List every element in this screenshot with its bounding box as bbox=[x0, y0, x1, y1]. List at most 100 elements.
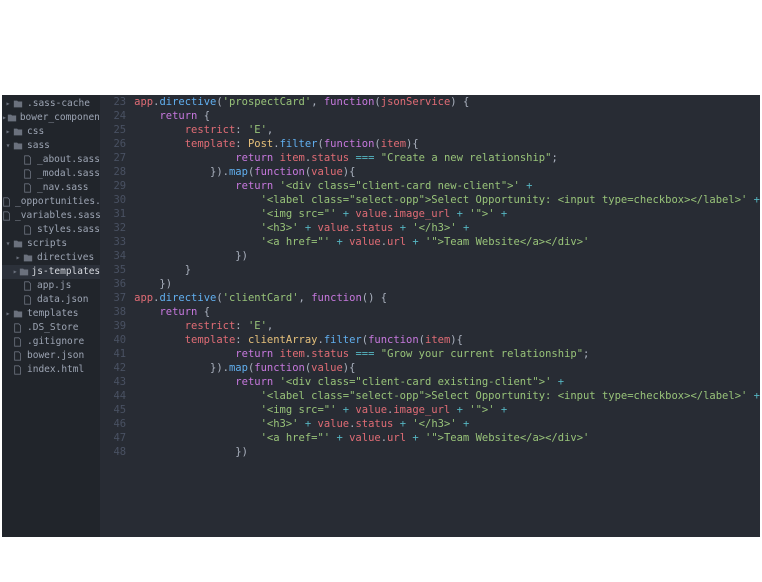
token-punc: { bbox=[197, 306, 210, 318]
code-line[interactable]: restrict: 'E', bbox=[134, 123, 760, 137]
line-number: 34 bbox=[100, 249, 126, 263]
tree-item-label: .gitignore bbox=[27, 335, 84, 349]
tree-item-label: index.html bbox=[27, 363, 84, 377]
token-op: + bbox=[463, 222, 469, 234]
token-punc bbox=[134, 348, 235, 360]
file-item-data-json[interactable]: data.json bbox=[2, 293, 100, 307]
file-item--ds-store[interactable]: .DS_Store bbox=[2, 321, 100, 335]
code-line[interactable]: }).map(function(value){ bbox=[134, 361, 760, 375]
editor-pane[interactable]: 2324252627282930313233343536373839404142… bbox=[100, 95, 760, 537]
chevron-down-icon[interactable]: ▾ bbox=[4, 139, 12, 153]
token-punc: ; bbox=[583, 348, 589, 360]
code-line[interactable]: }) bbox=[134, 249, 760, 263]
token-str: '<a href="' bbox=[261, 432, 331, 444]
folder-item--sass-cache[interactable]: ▸.sass-cache bbox=[2, 97, 100, 111]
chevron-down-icon[interactable]: ▾ bbox=[4, 237, 12, 251]
file-item--about-sass[interactable]: _about.sass bbox=[2, 153, 100, 167]
line-number: 38 bbox=[100, 305, 126, 319]
file-item-styles-sass[interactable]: styles.sass bbox=[2, 223, 100, 237]
file-icon bbox=[12, 323, 24, 333]
token-obj: item bbox=[280, 152, 305, 164]
code-line[interactable]: template: Post.filter(function(item){ bbox=[134, 137, 760, 151]
file-icon bbox=[12, 365, 24, 375]
code-line[interactable]: return { bbox=[134, 305, 760, 319]
code-line[interactable]: return { bbox=[134, 109, 760, 123]
file-item--variables-sass[interactable]: _variables.sass bbox=[2, 209, 100, 223]
token-punc: , bbox=[299, 292, 312, 304]
code-line[interactable]: app.directive('prospectCard', function(j… bbox=[134, 95, 760, 109]
code-line[interactable]: '<label class="select-opp">Select Opport… bbox=[134, 193, 760, 207]
token-obj: image_url bbox=[393, 404, 450, 416]
chevron-right-icon[interactable]: ▸ bbox=[4, 307, 12, 321]
code-line[interactable]: '<label class="select-opp">Select Opport… bbox=[134, 389, 760, 403]
folder-item-bower-components[interactable]: ▸bower_components bbox=[2, 111, 100, 125]
code-line[interactable]: '<a href="' + value.url + '">Team Websit… bbox=[134, 431, 760, 445]
file-item--opportunities-sass[interactable]: _opportunities.sass bbox=[2, 195, 100, 209]
token-str: '</h3>' bbox=[412, 418, 456, 430]
chevron-right-icon[interactable]: ▸ bbox=[4, 125, 12, 139]
code-line[interactable]: '<a href="' + value.url + '">Team Websit… bbox=[134, 235, 760, 249]
chevron-right-icon[interactable]: ▸ bbox=[4, 97, 12, 111]
code-line[interactable]: } bbox=[134, 263, 760, 277]
token-str: '">' bbox=[469, 404, 494, 416]
token-op: === bbox=[355, 152, 374, 164]
code-line[interactable]: }) bbox=[134, 445, 760, 459]
tree-item-label: sass bbox=[27, 139, 50, 153]
token-punc: }) bbox=[134, 250, 248, 262]
file-item--nav-sass[interactable]: _nav.sass bbox=[2, 181, 100, 195]
code-line[interactable]: }) bbox=[134, 277, 760, 291]
code-line[interactable]: }).map(function(value){ bbox=[134, 165, 760, 179]
chevron-right-icon[interactable]: ▸ bbox=[14, 251, 22, 265]
file-item--gitignore[interactable]: .gitignore bbox=[2, 335, 100, 349]
file-icon bbox=[22, 281, 34, 291]
file-icon bbox=[12, 337, 24, 347]
token-obj: status bbox=[311, 152, 349, 164]
code-line[interactable]: '<img src="' + value.image_url + '">' + bbox=[134, 207, 760, 221]
folder-item-js-templates[interactable]: ▸js-templates bbox=[2, 265, 100, 279]
code-line[interactable]: app.directive('clientCard', function() { bbox=[134, 291, 760, 305]
file-item-app-js[interactable]: app.js bbox=[2, 279, 100, 293]
folder-item-scripts[interactable]: ▾scripts bbox=[2, 237, 100, 251]
line-number: 24 bbox=[100, 109, 126, 123]
code-line[interactable]: template: clientArray.filter(function(it… bbox=[134, 333, 760, 347]
file-item-bower-json[interactable]: bower.json bbox=[2, 349, 100, 363]
folder-icon bbox=[12, 309, 24, 319]
code-line[interactable]: return '<div class="client-card existing… bbox=[134, 375, 760, 389]
code-line[interactable]: return '<div class="client-card new-clie… bbox=[134, 179, 760, 193]
token-punc: ){ bbox=[450, 334, 463, 346]
folder-item-directives[interactable]: ▸directives bbox=[2, 251, 100, 265]
token-punc bbox=[134, 208, 260, 220]
token-fn: filter bbox=[324, 334, 362, 346]
line-number: 35 bbox=[100, 263, 126, 277]
code-line[interactable]: return item.status === "Create a new rel… bbox=[134, 151, 760, 165]
token-prop: template bbox=[185, 334, 236, 346]
file-item-index-html[interactable]: index.html bbox=[2, 363, 100, 377]
chevron-right-icon[interactable]: ▸ bbox=[12, 265, 19, 279]
token-str: "Grow your current relationship" bbox=[381, 348, 583, 360]
token-punc bbox=[134, 390, 260, 402]
code-line[interactable]: return item.status === "Grow your curren… bbox=[134, 347, 760, 361]
token-punc: ) { bbox=[450, 96, 469, 108]
folder-icon bbox=[19, 267, 29, 277]
folder-item-css[interactable]: ▸ css bbox=[2, 125, 100, 139]
line-number: 37 bbox=[100, 291, 126, 305]
line-number: 32 bbox=[100, 221, 126, 235]
token-obj: item bbox=[425, 334, 450, 346]
code-line[interactable]: restrict: 'E', bbox=[134, 319, 760, 333]
file-tree-sidebar[interactable]: ▸.sass-cache▸bower_components▸css▾sass_a… bbox=[2, 95, 100, 537]
code-line[interactable]: '<img src="' + value.image_url + '">' + bbox=[134, 403, 760, 417]
file-item--modal-sass[interactable]: _modal.sass bbox=[2, 167, 100, 181]
folder-item-sass[interactable]: ▾ sass bbox=[2, 139, 100, 153]
file-icon bbox=[2, 197, 12, 207]
code-line[interactable]: '<h3>' + value.status + '</h3>' + bbox=[134, 417, 760, 431]
folder-icon bbox=[12, 239, 24, 249]
tree-item-label: css bbox=[27, 125, 44, 139]
line-number: 27 bbox=[100, 151, 126, 165]
code-content[interactable]: app.directive('prospectCard', function(j… bbox=[134, 95, 760, 537]
folder-icon bbox=[12, 127, 24, 137]
line-number: 39 bbox=[100, 319, 126, 333]
folder-item-templates[interactable]: ▸templates bbox=[2, 307, 100, 321]
line-number: 31 bbox=[100, 207, 126, 221]
token-punc bbox=[134, 194, 260, 206]
code-line[interactable]: '<h3>' + value.status + '</h3>' + bbox=[134, 221, 760, 235]
